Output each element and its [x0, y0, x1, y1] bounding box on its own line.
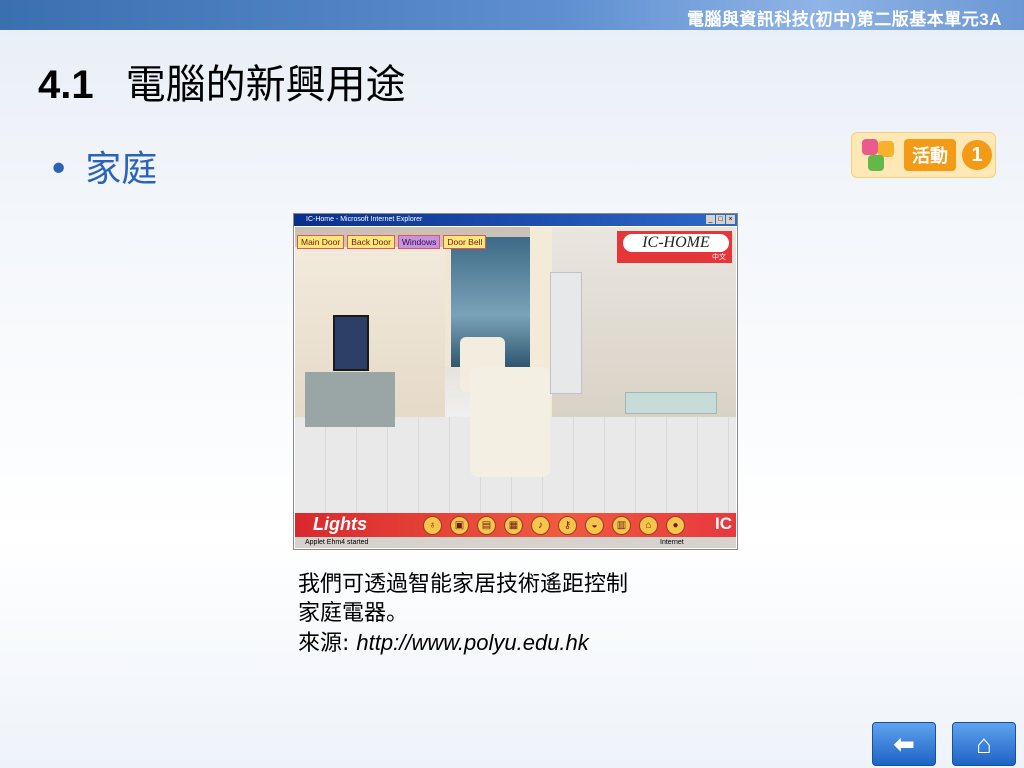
- ic-home-logo: IC-HOME 中文: [617, 231, 732, 263]
- ic-bottom-bar: Lights ♁ ▣ ▤ ▦ ♪ ⚷ ◒ ▥ ⌂ ● IC: [295, 513, 736, 537]
- caption-line2: 家庭電器。: [298, 601, 409, 626]
- course-title: 電腦與資訊科技(初中)第二版基本單元3A: [686, 10, 1002, 29]
- home-icon: ⌂: [976, 728, 992, 759]
- logo-text: IC-HOME: [623, 234, 729, 252]
- home-button[interactable]: ⌂: [952, 722, 1016, 766]
- pot-icon: ◒: [585, 516, 604, 535]
- slide-title: 4.1 電腦的新興用途: [38, 52, 406, 110]
- back-arrow-icon: ⬅: [893, 728, 915, 759]
- bullet-item: • 家庭: [48, 140, 157, 192]
- window-titlebar: IC-Home - Microsoft Internet Explorer _ …: [294, 214, 737, 226]
- status-right: Internet: [660, 539, 684, 546]
- caption-source: 來源: http://www.polyu.edu.hk: [298, 630, 589, 656]
- source-label: 來源: [298, 631, 343, 656]
- door-bell-button: Door Bell: [443, 235, 487, 249]
- caption-line1: 我們可透過智能家居技術遙距控制: [298, 572, 629, 597]
- appliance-icons: ♁ ▣ ▤ ▦ ♪ ⚷ ◒ ▥ ⌂ ●: [423, 516, 685, 535]
- source-url: http://www.polyu.edu.hk: [356, 630, 589, 655]
- activity-label: 活動: [904, 139, 956, 171]
- room-image: Main Door Back Door Windows Door Bell IC…: [295, 227, 736, 537]
- ball-icon: ●: [666, 516, 685, 535]
- logo-sub: 中文: [712, 254, 726, 261]
- house-icon: ⌂: [639, 516, 658, 535]
- bullet-text: 家庭: [85, 149, 158, 190]
- cabinet-icon: ▤: [477, 516, 496, 535]
- main-door-button: Main Door: [297, 235, 345, 249]
- lamp-icon: ♁: [423, 516, 442, 535]
- box-icon: ▦: [504, 516, 523, 535]
- close-icon: ×: [726, 215, 735, 224]
- door-icon: ▣: [450, 516, 469, 535]
- puzzle-icon: [858, 135, 898, 175]
- activity-number: 1: [962, 140, 992, 170]
- activity-button[interactable]: 活動 1: [851, 132, 996, 178]
- minimize-icon: _: [706, 215, 715, 224]
- window-title: IC-Home - Microsoft Internet Explorer: [306, 216, 423, 223]
- back-button[interactable]: ⬅: [872, 722, 936, 766]
- section-number: 4.1: [38, 63, 94, 107]
- tv-icon: [333, 315, 369, 371]
- bullet-dot: •: [48, 149, 70, 190]
- status-bar: Applet Ehm4 started Internet: [295, 537, 736, 548]
- window-controls: _ □ ×: [706, 215, 735, 224]
- caption: 我們可透過智能家居技術遙距控制 家庭電器。 來源: http://www.pol…: [298, 570, 628, 658]
- key-icon: ⚷: [558, 516, 577, 535]
- window-icon: ▥: [612, 516, 631, 535]
- back-door-button: Back Door: [347, 235, 395, 249]
- status-left: Applet Ehm4 started: [305, 539, 369, 546]
- windows-button: Windows: [397, 235, 441, 249]
- ic-nav: Main Door Back Door Windows Door Bell: [297, 235, 487, 249]
- ic-brand: IC: [715, 514, 732, 533]
- maximize-icon: □: [716, 215, 725, 224]
- music-icon: ♪: [531, 516, 550, 535]
- ic-home-screenshot: IC-Home - Microsoft Internet Explorer _ …: [293, 213, 738, 550]
- top-bar: 電腦與資訊科技(初中)第二版基本單元3A: [0, 0, 1024, 30]
- lights-label: Lights: [313, 514, 367, 534]
- title-text: 電腦的新興用途: [125, 62, 406, 108]
